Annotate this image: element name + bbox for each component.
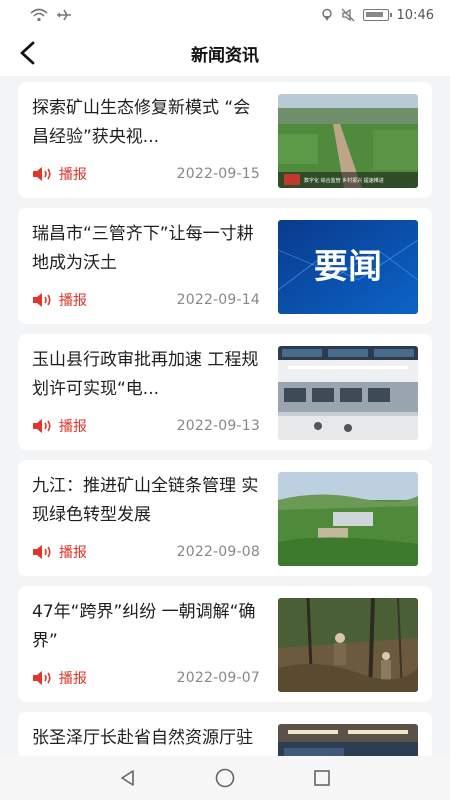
news-card[interactable]: 玉山县行政审批再加速 工程规划许可实现“电... 播报 2022-09-13	[18, 334, 432, 450]
news-title[interactable]: 九江：推进矿山全链条管理 实现绿色转型发展	[32, 472, 264, 530]
news-thumbnail[interactable]: 要闻	[278, 220, 418, 314]
broadcast-button[interactable]: 播报	[32, 290, 87, 310]
mine-aerial-image	[278, 472, 418, 566]
broadcast-button[interactable]: 播报	[32, 164, 87, 184]
news-card[interactable]: 47年“跨界”纠纷 一朝调解“确界” 播报 2022-09-07	[18, 586, 432, 702]
speaker-icon	[33, 293, 51, 307]
news-title[interactable]: 47年“跨界”纠纷 一朝调解“确界”	[32, 598, 264, 656]
farmland-road-image: 数字化 综合监管 乡村振兴 提速推进	[278, 94, 418, 188]
broadcast-button[interactable]: 播报	[32, 542, 87, 562]
news-title[interactable]: 玉山县行政审批再加速 工程规划许可实现“电...	[32, 346, 264, 404]
location-icon	[321, 8, 332, 21]
nav-recents-button[interactable]	[302, 762, 342, 794]
broadcast-label: 播报	[59, 419, 87, 435]
battery-icon	[362, 9, 392, 21]
office-interior-image	[278, 724, 418, 756]
square-recents-icon	[313, 770, 330, 786]
service-hall-image	[278, 346, 418, 440]
news-title[interactable]: 探索矿山生态修复新模式 “会昌经验”获央视...	[32, 94, 264, 152]
news-thumbnail[interactable]	[278, 598, 418, 692]
status-time: 10:46	[396, 7, 434, 23]
news-thumbnail[interactable]	[278, 724, 418, 756]
circle-home-icon	[215, 768, 235, 788]
thumbnail-caption: 数字化 综合监管 乡村振兴 提速推进	[304, 177, 384, 184]
news-meta: 播报 2022-09-07	[32, 668, 260, 688]
system-nav-bar	[0, 756, 450, 800]
forest-survey-image	[278, 598, 418, 692]
broadcast-button[interactable]: 播报	[32, 416, 87, 436]
news-card[interactable]: 九江：推进矿山全链条管理 实现绿色转型发展 播报 2022-09-08	[18, 460, 432, 576]
page-title: 新闻资讯	[191, 45, 259, 66]
news-date: 2022-09-14	[176, 292, 260, 308]
news-meta: 播报 2022-09-15	[32, 164, 260, 184]
news-title[interactable]: 瑞昌市“三管齐下”让每一寸耕地成为沃土	[32, 220, 264, 278]
wifi-icon	[30, 8, 48, 22]
news-date: 2022-09-13	[176, 418, 260, 434]
news-meta: 播报 2022-09-14	[32, 290, 260, 310]
broadcast-button[interactable]: 播报	[32, 668, 87, 688]
mute-icon	[341, 8, 354, 22]
headline-news-image: 要闻	[278, 220, 418, 314]
broadcast-label: 播报	[59, 167, 87, 183]
broadcast-label: 播报	[59, 671, 87, 687]
back-button[interactable]	[14, 39, 42, 67]
news-card[interactable]: 瑞昌市“三管齐下”让每一寸耕地成为沃土 播报 2022-09-14 要闻	[18, 208, 432, 324]
airplane-icon	[57, 9, 71, 21]
news-thumbnail[interactable]: 数字化 综合监管 乡村振兴 提速推进	[278, 94, 418, 188]
news-card[interactable]: 张圣泽厅长赴省自然资源厅驻省政务服务中	[18, 712, 432, 756]
speaker-icon	[33, 545, 51, 559]
status-left	[30, 8, 72, 22]
news-date: 2022-09-15	[176, 166, 260, 182]
speaker-icon	[33, 167, 51, 181]
broadcast-label: 播报	[59, 293, 87, 309]
back-arrow-icon	[20, 41, 35, 65]
news-title[interactable]: 张圣泽厅长赴省自然资源厅驻省政务服务中	[32, 724, 264, 756]
news-list[interactable]: 探索矿山生态修复新模式 “会昌经验”获央视... 播报 2022-09-15 数…	[0, 76, 450, 756]
speaker-icon	[33, 419, 51, 433]
news-meta: 播报 2022-09-08	[32, 542, 260, 562]
status-bar: 10:46	[0, 0, 450, 30]
nav-home-button[interactable]	[205, 762, 245, 794]
thumbnail-headline-text: 要闻	[314, 247, 382, 287]
triangle-back-icon	[121, 770, 135, 786]
status-right: 10:46	[321, 8, 434, 23]
speaker-icon	[33, 671, 51, 685]
header: 新闻资讯	[0, 30, 450, 76]
news-card[interactable]: 探索矿山生态修复新模式 “会昌经验”获央视... 播报 2022-09-15 数…	[18, 82, 432, 198]
news-date: 2022-09-07	[176, 670, 260, 686]
news-thumbnail[interactable]	[278, 346, 418, 440]
broadcast-label: 播报	[59, 545, 87, 561]
news-meta: 播报 2022-09-13	[32, 416, 260, 436]
news-thumbnail[interactable]	[278, 472, 418, 566]
nav-back-button[interactable]	[108, 762, 148, 794]
news-date: 2022-09-08	[176, 544, 260, 560]
